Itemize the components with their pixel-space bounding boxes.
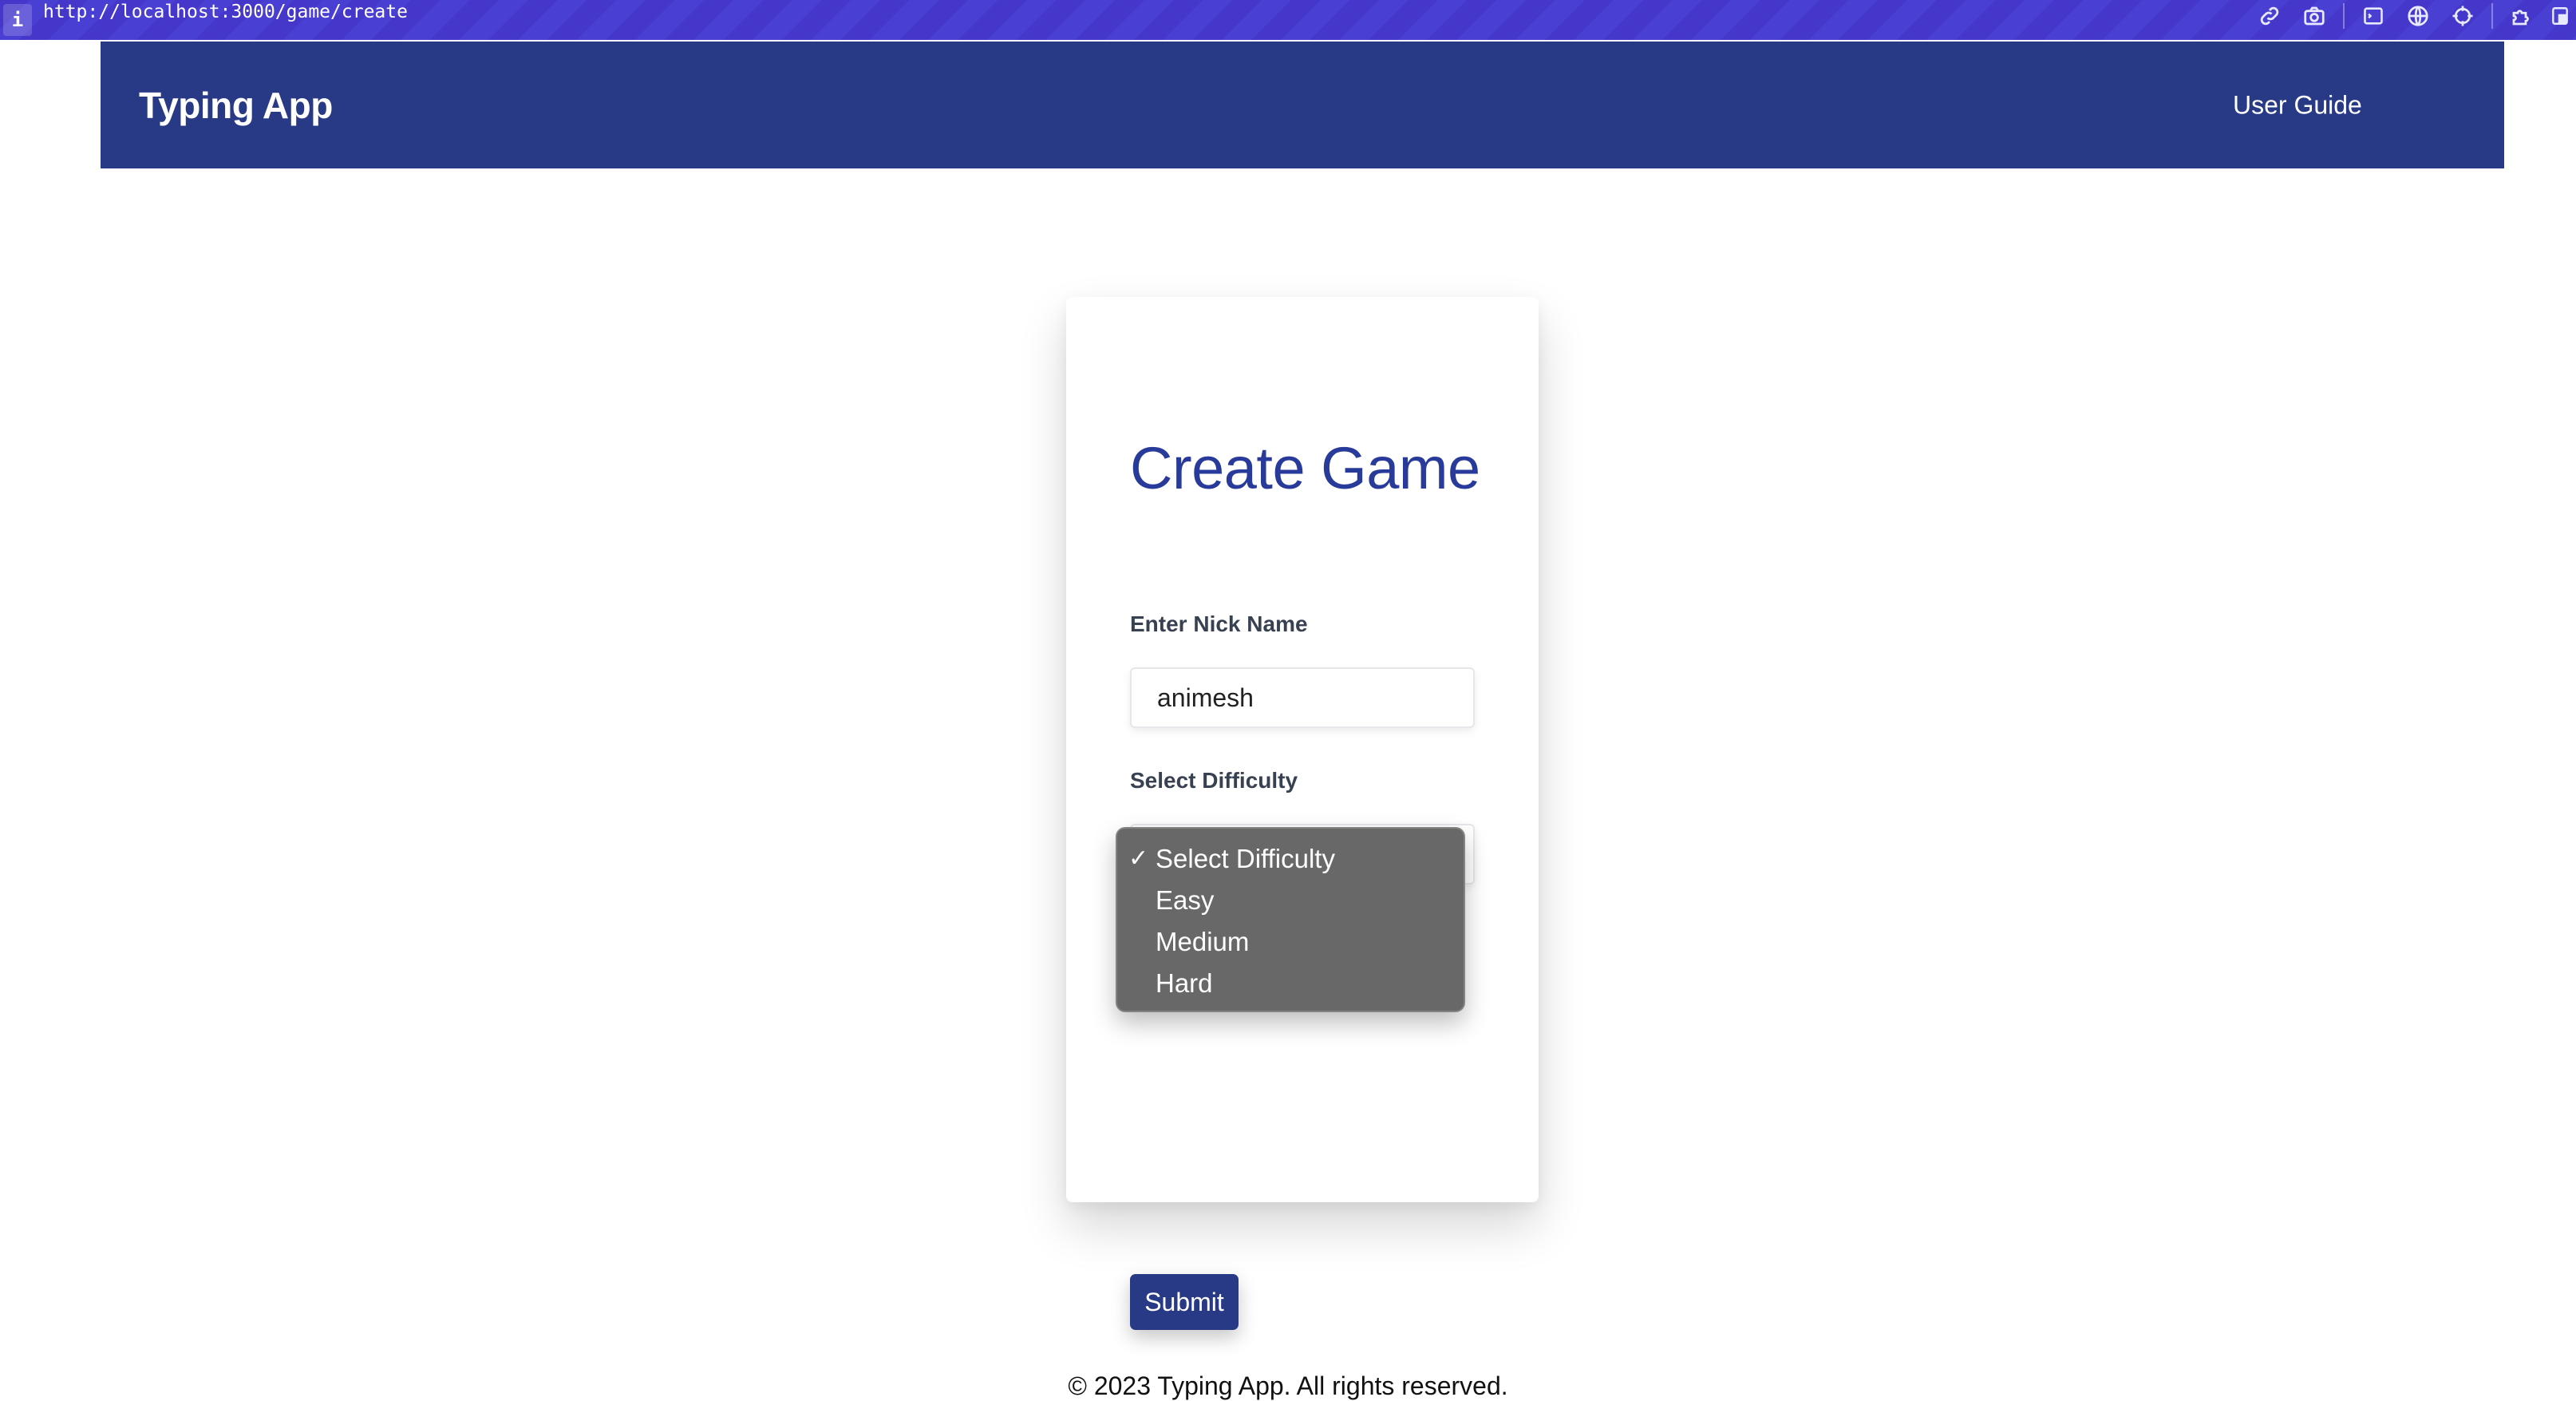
moon-icon bbox=[2549, 95, 2566, 115]
difficulty-dropdown-menu: ✓ Select Difficulty Easy Medium Hard bbox=[1116, 827, 1465, 1012]
app-brand[interactable]: Typing App bbox=[139, 84, 333, 127]
theme-toggle-button[interactable] bbox=[2535, 83, 2576, 128]
globe-icon[interactable] bbox=[2396, 0, 2440, 32]
dropdown-option-medium[interactable]: Medium bbox=[1117, 921, 1464, 963]
option-label: Medium bbox=[1156, 927, 1250, 956]
account-icon[interactable] bbox=[2544, 0, 2576, 32]
option-label: Easy bbox=[1156, 885, 1215, 915]
submit-button[interactable]: Submit bbox=[1130, 1274, 1239, 1330]
extension-icon[interactable] bbox=[2499, 0, 2544, 32]
link-icon[interactable] bbox=[2247, 0, 2292, 32]
nick-name-input[interactable] bbox=[1130, 667, 1475, 728]
check-icon: ✓ bbox=[1128, 845, 1149, 872]
nav-user-guide-link[interactable]: User Guide bbox=[2233, 90, 2362, 120]
toolbar-divider bbox=[2491, 3, 2493, 29]
create-game-card: Create Game Enter Nick Name Select Diffi… bbox=[1066, 297, 1539, 1330]
browser-toolbar bbox=[2247, 0, 2576, 32]
difficulty-label: Select Difficulty bbox=[1130, 768, 1298, 793]
terminal-icon[interactable] bbox=[2351, 0, 2396, 32]
footer-copyright: © 2023 Typing App. All rights reserved. bbox=[1068, 1371, 1508, 1400]
dropdown-option-hard[interactable]: Hard bbox=[1117, 963, 1464, 1004]
toolbar-divider bbox=[2343, 3, 2345, 29]
url-text[interactable]: http://localhost:3000/game/create bbox=[43, 2, 408, 22]
page-info-icon[interactable]: i bbox=[3, 4, 32, 36]
app-header: Typing App User Guide bbox=[101, 42, 2566, 168]
crosshair-icon[interactable] bbox=[2440, 0, 2485, 32]
camera-icon[interactable] bbox=[2292, 0, 2337, 32]
dropdown-option-select-difficulty[interactable]: ✓ Select Difficulty bbox=[1117, 838, 1464, 880]
nick-name-label: Enter Nick Name bbox=[1130, 611, 1308, 636]
browser-url-bar: i http://localhost:3000/game/create bbox=[0, 0, 2576, 40]
option-label: Hard bbox=[1156, 968, 1213, 998]
dropdown-option-easy[interactable]: Easy bbox=[1117, 880, 1464, 921]
page-title: Create Game bbox=[1130, 435, 1480, 501]
option-label: Select Difficulty bbox=[1156, 844, 1335, 873]
